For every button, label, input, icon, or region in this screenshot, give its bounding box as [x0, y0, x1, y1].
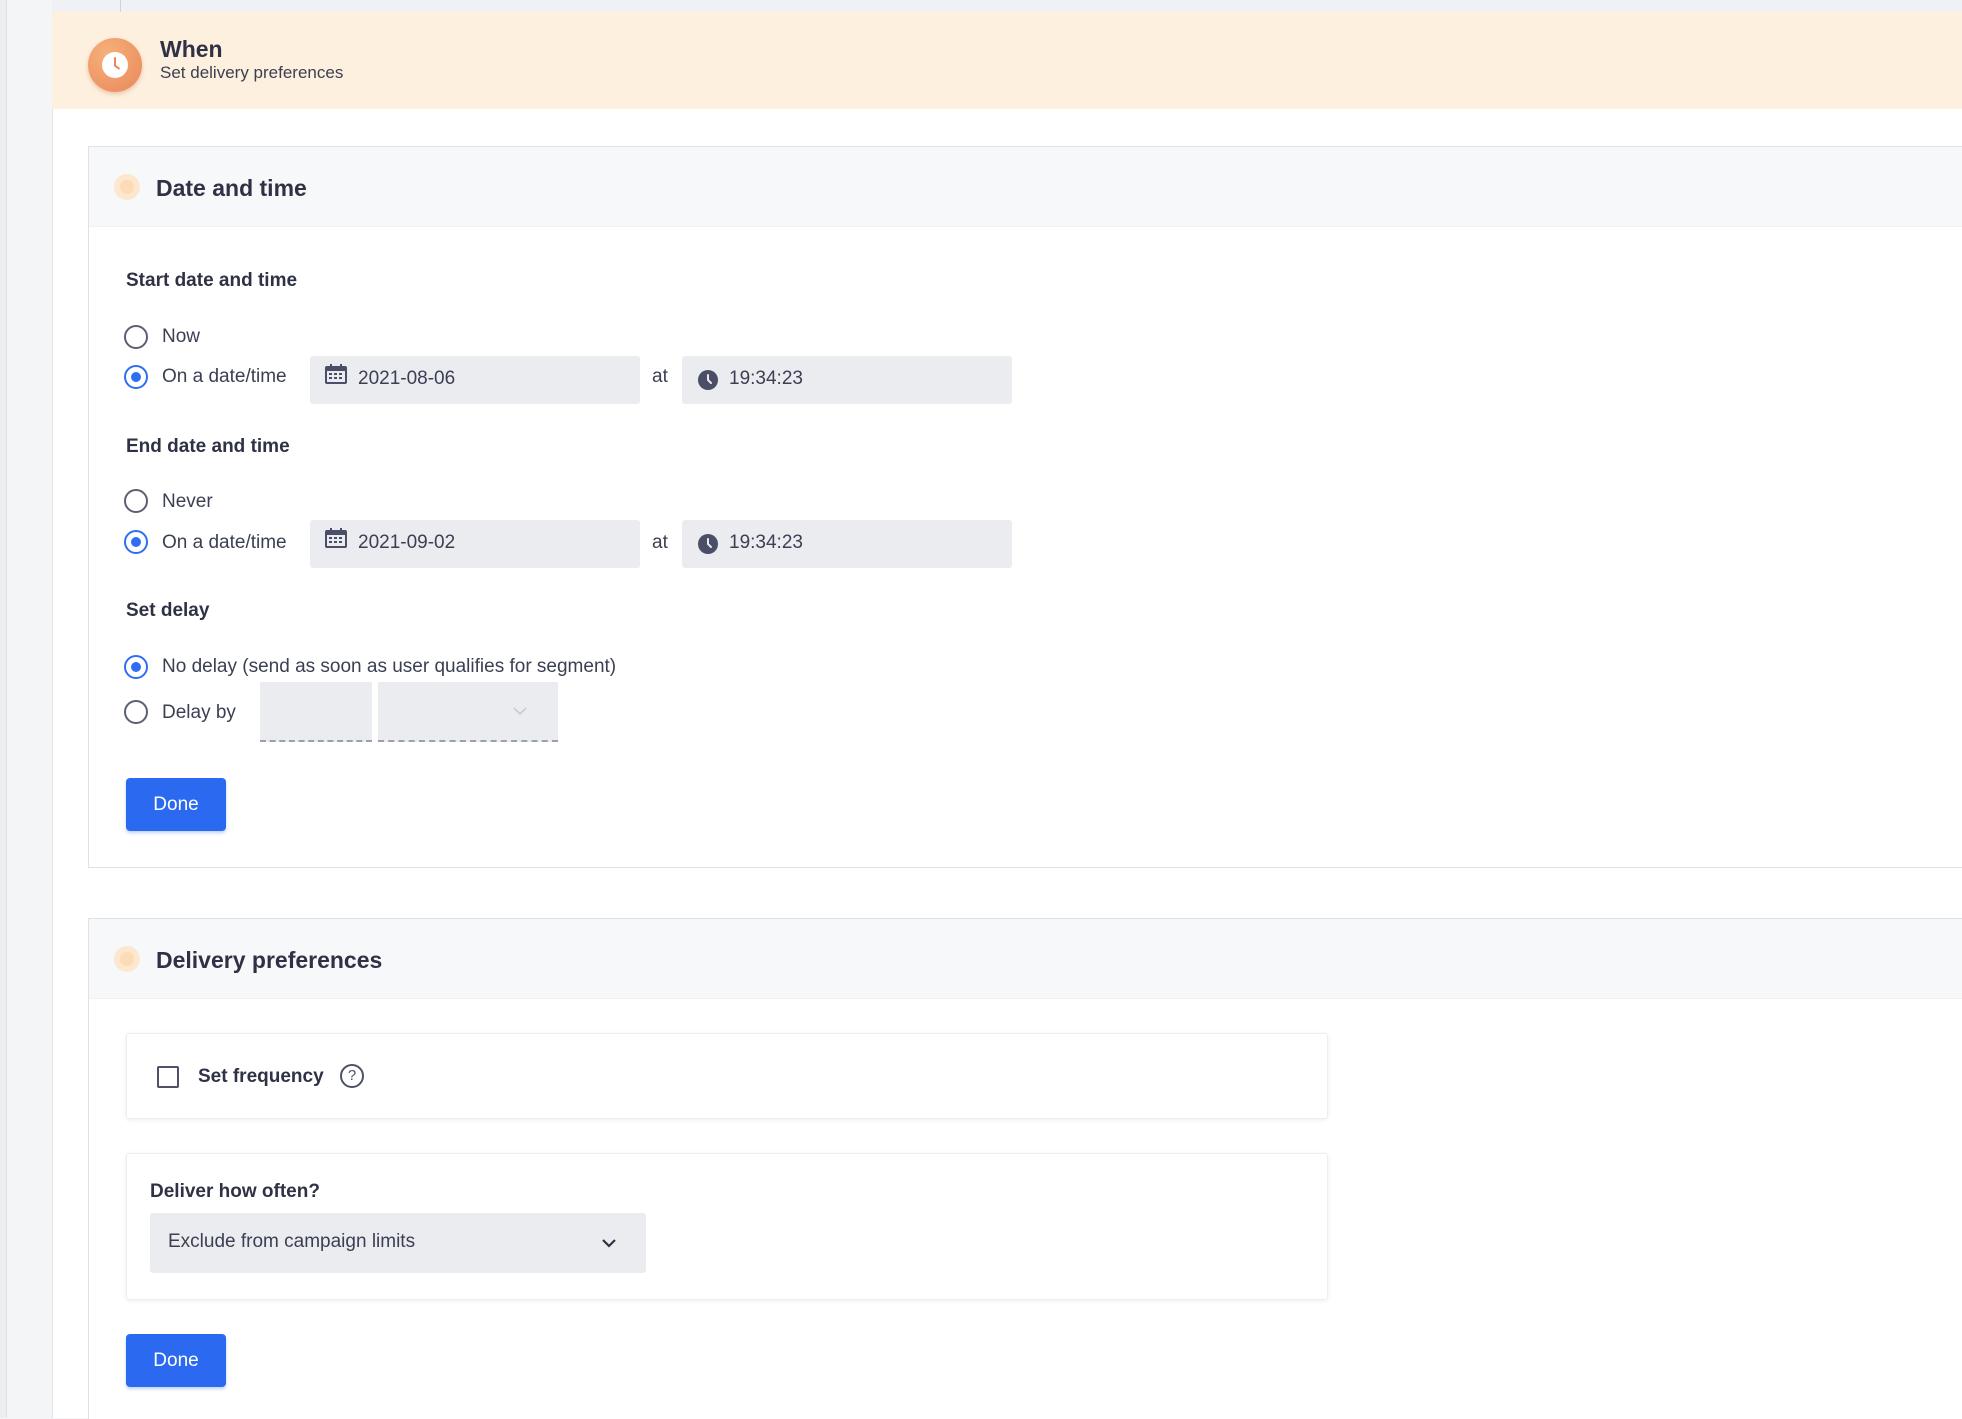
deliver-how-often-value: Exclude from campaign limits	[168, 1231, 416, 1252]
start-date-label: Start date and time	[126, 270, 298, 291]
chevron-down-icon	[602, 1239, 616, 1248]
start-date-input[interactable]: 2021-08-06	[310, 356, 640, 404]
clock-icon	[698, 370, 718, 390]
start-on-date-label[interactable]: On a date/time	[162, 366, 287, 388]
status-dot-icon	[114, 946, 140, 972]
date-time-card-header[interactable]	[89, 147, 1962, 227]
date-time-card	[88, 146, 1962, 868]
top-divider	[120, 0, 121, 12]
date-time-card-title: Date and time	[156, 175, 307, 201]
start-on-date-radio[interactable]	[124, 365, 148, 389]
end-date-label: End date and time	[126, 436, 290, 457]
delay-by-label[interactable]: Delay by	[162, 702, 236, 724]
clock-icon	[698, 534, 718, 554]
end-never-label[interactable]: Never	[162, 491, 213, 513]
chevron-down-icon	[513, 707, 527, 716]
end-never-radio[interactable]	[124, 489, 148, 513]
set-delay-label: Set delay	[126, 600, 210, 621]
end-time-input[interactable]: 19:34:23	[682, 520, 1012, 568]
delivery-card-title: Delivery preferences	[156, 947, 383, 973]
end-date-value: 2021-09-02	[358, 532, 456, 553]
end-on-date-radio[interactable]	[124, 530, 148, 554]
delay-unit-select[interactable]	[378, 682, 558, 742]
end-at-label: at	[652, 532, 668, 553]
deliver-how-often-label: Deliver how often?	[150, 1181, 320, 1202]
set-frequency-checkbox[interactable]	[157, 1066, 179, 1088]
end-on-date-label[interactable]: On a date/time	[162, 532, 287, 554]
start-at-label: at	[652, 366, 668, 387]
delay-by-radio[interactable]	[124, 700, 148, 724]
calendar-icon	[325, 528, 347, 548]
done-label: Done	[153, 1350, 199, 1371]
calendar-icon	[325, 364, 347, 384]
header-subtitle: Set delivery preferences	[160, 63, 344, 82]
status-dot-icon	[114, 174, 140, 200]
end-time-value: 19:34:23	[729, 532, 803, 553]
delivery-done-button[interactable]: Done	[126, 1334, 226, 1387]
start-time-input[interactable]: 19:34:23	[682, 356, 1012, 404]
date-time-done-button[interactable]: Done	[126, 778, 226, 831]
start-now-label[interactable]: Now	[162, 326, 200, 348]
delay-amount-input[interactable]	[260, 682, 372, 742]
start-time-value: 19:34:23	[729, 368, 803, 389]
no-delay-label[interactable]: No delay (send as soon as user qualifies…	[162, 656, 616, 678]
header-title: When	[160, 36, 223, 62]
no-delay-radio[interactable]	[124, 655, 148, 679]
end-date-input[interactable]: 2021-09-02	[310, 520, 640, 568]
left-rail	[0, 0, 7, 1418]
deliver-how-often-select[interactable]: Exclude from campaign limits	[150, 1213, 646, 1273]
done-label: Done	[153, 794, 199, 815]
start-now-radio[interactable]	[124, 325, 148, 349]
help-icon[interactable]: ?	[340, 1064, 364, 1088]
clock-icon	[88, 38, 142, 92]
set-frequency-label[interactable]: Set frequency	[198, 1066, 324, 1088]
when-header	[52, 12, 1962, 109]
start-date-value: 2021-08-06	[358, 368, 456, 389]
